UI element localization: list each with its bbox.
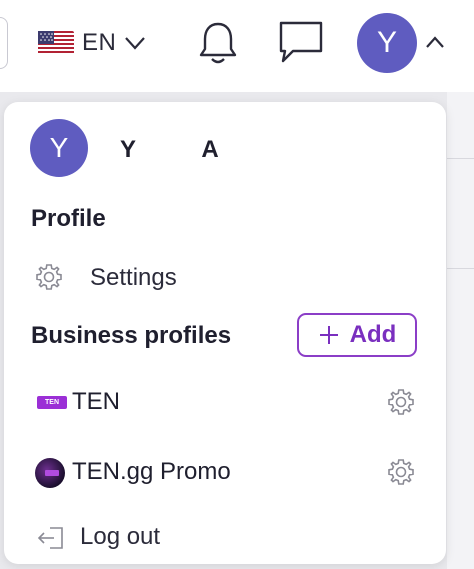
bell-icon[interactable] bbox=[196, 18, 240, 66]
settings-label[interactable]: Settings bbox=[90, 264, 177, 292]
chevron-up-icon[interactable] bbox=[425, 35, 445, 49]
business-profile-name: TEN bbox=[72, 388, 120, 415]
chat-bubble-icon[interactable] bbox=[277, 19, 325, 65]
settings-menu-item[interactable] bbox=[34, 260, 64, 294]
search-box-edge[interactable] bbox=[0, 17, 8, 69]
divider bbox=[447, 268, 474, 269]
top-bar: EN Y bbox=[0, 0, 474, 92]
add-business-profile-button[interactable]: Add bbox=[297, 313, 417, 357]
logout-menu-item[interactable]: Log out bbox=[34, 517, 234, 557]
user-header: Y bbox=[30, 118, 88, 178]
menu-avatar: Y bbox=[30, 119, 88, 177]
logout-label: Log out bbox=[80, 523, 161, 550]
background-content bbox=[447, 92, 474, 569]
logout-icon bbox=[37, 527, 63, 549]
gear-icon[interactable] bbox=[386, 387, 416, 417]
divider bbox=[447, 158, 474, 159]
us-flag-icon bbox=[38, 31, 74, 55]
account-dropdown-menu: Y Y A Profile Settings Business profiles… bbox=[4, 102, 446, 564]
gear-icon bbox=[36, 264, 62, 290]
ten-logo-icon: TEN bbox=[37, 396, 67, 409]
profile-section-title: Profile bbox=[31, 205, 106, 232]
add-button-label: Add bbox=[349, 321, 397, 348]
gear-icon[interactable] bbox=[386, 457, 416, 487]
business-profile-name: TEN.gg Promo bbox=[72, 458, 231, 485]
business-profile-item[interactable]: TEN.gg Promo bbox=[32, 452, 418, 492]
business-profiles-title: Business profiles bbox=[31, 322, 232, 349]
plus-icon bbox=[319, 326, 338, 344]
business-profile-item[interactable]: TEN TEN bbox=[32, 382, 418, 422]
ten-gg-promo-logo-icon bbox=[35, 458, 65, 488]
chevron-down-icon bbox=[125, 37, 146, 50]
language-selector[interactable]: EN bbox=[38, 26, 146, 60]
user-avatar[interactable]: Y bbox=[357, 13, 417, 73]
user-name: Y A bbox=[120, 136, 219, 163]
language-code: EN bbox=[82, 29, 117, 56]
